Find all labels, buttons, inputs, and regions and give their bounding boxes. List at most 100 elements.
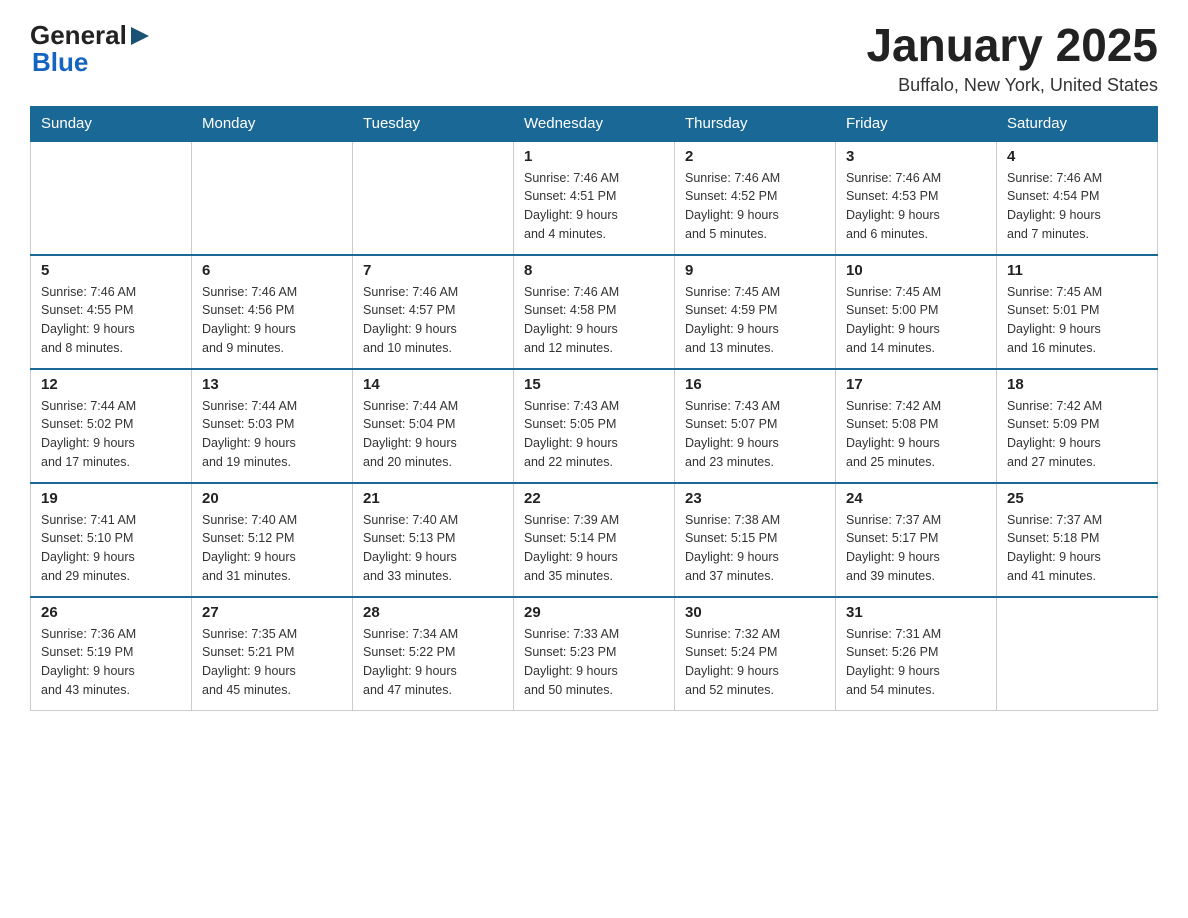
calendar-cell: 13 Sunrise: 7:44 AM Sunset: 5:03 PM Dayli…	[192, 369, 353, 483]
day-info: Sunrise: 7:45 AM Sunset: 4:59 PM Dayligh…	[685, 283, 825, 358]
calendar-header-wednesday: Wednesday	[514, 106, 675, 141]
day-info: Sunrise: 7:46 AM Sunset: 4:54 PM Dayligh…	[1007, 169, 1147, 244]
calendar-cell: 10 Sunrise: 7:45 AM Sunset: 5:00 PM Dayli…	[836, 255, 997, 369]
calendar-week-row: 19Sunrise: 7:41 AM Sunset: 5:10 PM Dayli…	[31, 483, 1158, 597]
calendar-header-tuesday: Tuesday	[353, 106, 514, 141]
title-block: January 2025 Buffalo, New York, United S…	[866, 20, 1158, 96]
calendar-cell: 18 Sunrise: 7:42 AM Sunset: 5:09 PM Dayli…	[997, 369, 1158, 483]
calendar-cell: 9 Sunrise: 7:45 AM Sunset: 4:59 PM Daylig…	[675, 255, 836, 369]
day-number: 14	[363, 376, 503, 393]
day-info: Sunrise: 7:34 AM Sunset: 5:22 PM Dayligh…	[363, 625, 503, 700]
calendar-cell: 15 Sunrise: 7:43 AM Sunset: 5:05 PM Dayli…	[514, 369, 675, 483]
day-number: 18	[1007, 376, 1147, 393]
day-number: 11	[1007, 262, 1147, 279]
day-number: 22	[524, 490, 664, 507]
day-info: Sunrise: 7:44 AM Sunset: 5:04 PM Dayligh…	[363, 397, 503, 472]
page-header: General Blue January 2025 Buffalo, New Y…	[30, 20, 1158, 96]
month-title: January 2025	[866, 20, 1158, 71]
day-info: Sunrise: 7:42 AM Sunset: 5:09 PM Dayligh…	[1007, 397, 1147, 472]
day-info: Sunrise: 7:46 AM Sunset: 4:53 PM Dayligh…	[846, 169, 986, 244]
calendar-table: SundayMondayTuesdayWednesdayThursdayFrid…	[30, 106, 1158, 711]
day-number: 23	[685, 490, 825, 507]
calendar-header-friday: Friday	[836, 106, 997, 141]
day-info: Sunrise: 7:44 AM Sunset: 5:03 PM Dayligh…	[202, 397, 342, 472]
day-info: Sunrise: 7:46 AM Sunset: 4:52 PM Dayligh…	[685, 169, 825, 244]
calendar-header-row: SundayMondayTuesdayWednesdayThursdayFrid…	[31, 106, 1158, 141]
day-number: 5	[41, 262, 181, 279]
day-info: Sunrise: 7:42 AM Sunset: 5:08 PM Dayligh…	[846, 397, 986, 472]
calendar-cell: 6 Sunrise: 7:46 AM Sunset: 4:56 PM Daylig…	[192, 255, 353, 369]
day-number: 24	[846, 490, 986, 507]
day-info: Sunrise: 7:40 AM Sunset: 5:13 PM Dayligh…	[363, 511, 503, 586]
day-info: Sunrise: 7:39 AM Sunset: 5:14 PM Dayligh…	[524, 511, 664, 586]
day-number: 29	[524, 604, 664, 621]
day-info: Sunrise: 7:38 AM Sunset: 5:15 PM Dayligh…	[685, 511, 825, 586]
day-number: 6	[202, 262, 342, 279]
calendar-cell	[192, 141, 353, 255]
calendar-week-row: 12 Sunrise: 7:44 AM Sunset: 5:02 PM Dayli…	[31, 369, 1158, 483]
day-info: Sunrise: 7:33 AM Sunset: 5:23 PM Dayligh…	[524, 625, 664, 700]
calendar-week-row: 5 Sunrise: 7:46 AM Sunset: 4:55 PM Daylig…	[31, 255, 1158, 369]
calendar-cell: 14 Sunrise: 7:44 AM Sunset: 5:04 PM Dayli…	[353, 369, 514, 483]
day-number: 27	[202, 604, 342, 621]
calendar-cell: 5 Sunrise: 7:46 AM Sunset: 4:55 PM Daylig…	[31, 255, 192, 369]
calendar-cell: 8Sunrise: 7:46 AM Sunset: 4:58 PM Daylig…	[514, 255, 675, 369]
day-number: 4	[1007, 148, 1147, 165]
calendar-cell: 1 Sunrise: 7:46 AM Sunset: 4:51 PM Daylig…	[514, 141, 675, 255]
day-number: 3	[846, 148, 986, 165]
day-info: Sunrise: 7:43 AM Sunset: 5:05 PM Dayligh…	[524, 397, 664, 472]
day-number: 30	[685, 604, 825, 621]
day-number: 2	[685, 148, 825, 165]
calendar-cell: 2 Sunrise: 7:46 AM Sunset: 4:52 PM Daylig…	[675, 141, 836, 255]
day-number: 12	[41, 376, 181, 393]
day-number: 31	[846, 604, 986, 621]
calendar-header-sunday: Sunday	[31, 106, 192, 141]
calendar-cell: 29 Sunrise: 7:33 AM Sunset: 5:23 PM Dayli…	[514, 597, 675, 711]
calendar-cell	[353, 141, 514, 255]
day-info: Sunrise: 7:46 AM Sunset: 4:55 PM Dayligh…	[41, 283, 181, 358]
day-number: 10	[846, 262, 986, 279]
calendar-cell: 28Sunrise: 7:34 AM Sunset: 5:22 PM Dayli…	[353, 597, 514, 711]
day-info: Sunrise: 7:45 AM Sunset: 5:01 PM Dayligh…	[1007, 283, 1147, 358]
calendar-cell: 7Sunrise: 7:46 AM Sunset: 4:57 PM Daylig…	[353, 255, 514, 369]
day-info: Sunrise: 7:43 AM Sunset: 5:07 PM Dayligh…	[685, 397, 825, 472]
calendar-cell: 19Sunrise: 7:41 AM Sunset: 5:10 PM Dayli…	[31, 483, 192, 597]
calendar-cell: 20Sunrise: 7:40 AM Sunset: 5:12 PM Dayli…	[192, 483, 353, 597]
day-number: 13	[202, 376, 342, 393]
calendar-cell: 22 Sunrise: 7:39 AM Sunset: 5:14 PM Dayli…	[514, 483, 675, 597]
day-info: Sunrise: 7:37 AM Sunset: 5:18 PM Dayligh…	[1007, 511, 1147, 586]
location: Buffalo, New York, United States	[866, 75, 1158, 96]
calendar-header-saturday: Saturday	[997, 106, 1158, 141]
day-number: 20	[202, 490, 342, 507]
calendar-cell: 25 Sunrise: 7:37 AM Sunset: 5:18 PM Dayli…	[997, 483, 1158, 597]
day-info: Sunrise: 7:46 AM Sunset: 4:51 PM Dayligh…	[524, 169, 664, 244]
calendar-week-row: 26 Sunrise: 7:36 AM Sunset: 5:19 PM Dayli…	[31, 597, 1158, 711]
calendar-cell	[31, 141, 192, 255]
day-number: 9	[685, 262, 825, 279]
day-number: 17	[846, 376, 986, 393]
day-info: Sunrise: 7:46 AM Sunset: 4:58 PM Dayligh…	[524, 283, 664, 358]
day-info: Sunrise: 7:37 AM Sunset: 5:17 PM Dayligh…	[846, 511, 986, 586]
calendar-cell: 23 Sunrise: 7:38 AM Sunset: 5:15 PM Dayli…	[675, 483, 836, 597]
day-info: Sunrise: 7:36 AM Sunset: 5:19 PM Dayligh…	[41, 625, 181, 700]
day-info: Sunrise: 7:45 AM Sunset: 5:00 PM Dayligh…	[846, 283, 986, 358]
day-number: 25	[1007, 490, 1147, 507]
day-number: 21	[363, 490, 503, 507]
calendar-cell: 21 Sunrise: 7:40 AM Sunset: 5:13 PM Dayli…	[353, 483, 514, 597]
calendar-cell: 3 Sunrise: 7:46 AM Sunset: 4:53 PM Daylig…	[836, 141, 997, 255]
calendar-cell: 31Sunrise: 7:31 AM Sunset: 5:26 PM Dayli…	[836, 597, 997, 711]
day-info: Sunrise: 7:46 AM Sunset: 4:56 PM Dayligh…	[202, 283, 342, 358]
day-number: 26	[41, 604, 181, 621]
day-number: 1	[524, 148, 664, 165]
day-number: 16	[685, 376, 825, 393]
calendar-cell: 12 Sunrise: 7:44 AM Sunset: 5:02 PM Dayli…	[31, 369, 192, 483]
day-number: 15	[524, 376, 664, 393]
calendar-cell: 27Sunrise: 7:35 AM Sunset: 5:21 PM Dayli…	[192, 597, 353, 711]
day-info: Sunrise: 7:44 AM Sunset: 5:02 PM Dayligh…	[41, 397, 181, 472]
calendar-week-row: 1 Sunrise: 7:46 AM Sunset: 4:51 PM Daylig…	[31, 141, 1158, 255]
calendar-header-monday: Monday	[192, 106, 353, 141]
calendar-cell: 11 Sunrise: 7:45 AM Sunset: 5:01 PM Dayli…	[997, 255, 1158, 369]
day-info: Sunrise: 7:32 AM Sunset: 5:24 PM Dayligh…	[685, 625, 825, 700]
calendar-cell: 26 Sunrise: 7:36 AM Sunset: 5:19 PM Dayli…	[31, 597, 192, 711]
calendar-cell: 17 Sunrise: 7:42 AM Sunset: 5:08 PM Dayli…	[836, 369, 997, 483]
